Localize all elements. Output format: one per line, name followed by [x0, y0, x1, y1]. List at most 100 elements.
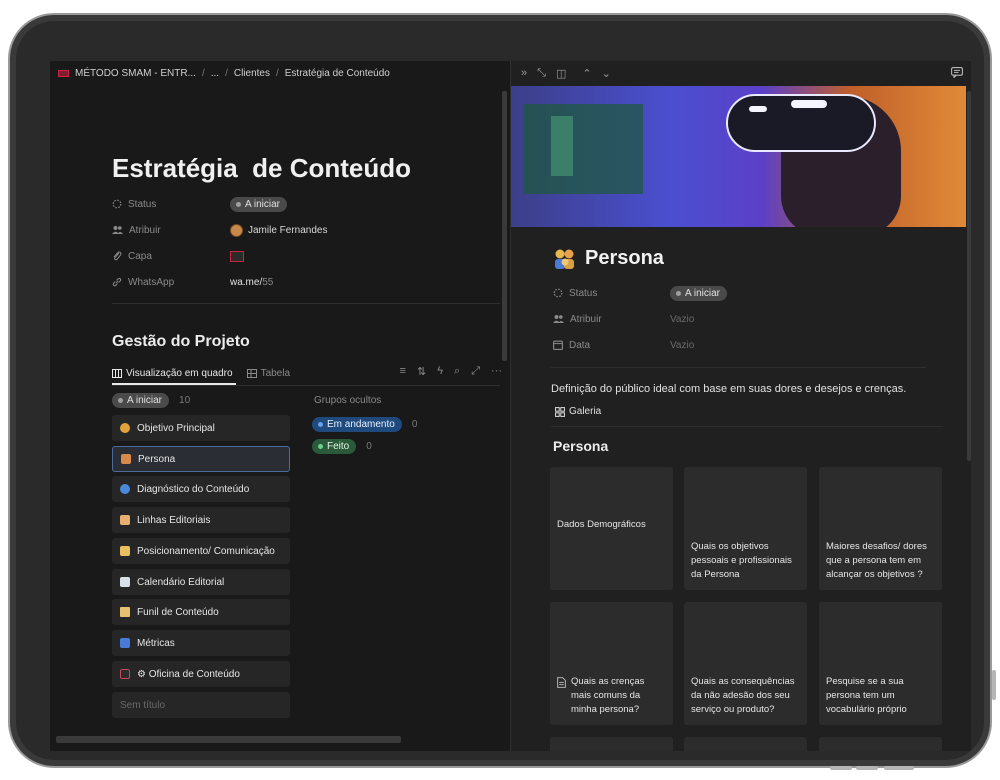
status-badge[interactable]: A iniciar	[670, 285, 728, 301]
divider	[112, 303, 500, 304]
gallery-card[interactable]: Maiores desafios/ dores que a persona te…	[819, 467, 942, 590]
vertical-scrollbar[interactable]	[502, 91, 507, 361]
tab-label: Visualização em quadro	[126, 367, 233, 379]
gallery-section-title[interactable]: Persona	[553, 438, 608, 454]
group-badge: Feito	[312, 439, 357, 454]
gallery-card[interactable]: Dados Demográficos	[550, 467, 673, 590]
board-card[interactable]: Funil de Conteúdo	[112, 599, 290, 625]
gallery-card[interactable]	[684, 737, 807, 751]
gallery-card[interactable]: Quais os objetivos pessoais e profission…	[684, 467, 807, 590]
chevron-down-icon[interactable]: ⌄	[602, 67, 611, 80]
card-title: Sem título	[120, 699, 166, 711]
property-label: WhatsApp	[112, 277, 230, 288]
property-label-text: Atribuir	[129, 224, 161, 236]
divider	[112, 385, 500, 386]
breadcrumb-parent[interactable]: Clientes	[234, 68, 270, 79]
property-data[interactable]: Data Vazio	[553, 336, 694, 354]
view-tabs: Visualização em quadro Tabela	[112, 363, 304, 383]
filter-icon[interactable]: ≡	[400, 365, 406, 378]
sort-icon[interactable]: ⇅	[417, 365, 426, 378]
board-icon	[112, 368, 122, 378]
card-title: Objetivo Principal	[137, 422, 215, 434]
expand-icon[interactable]: ⤡	[537, 67, 546, 80]
main-page-pane: MÉTODO SMAM - ENTR... / ... / Clientes /…	[50, 61, 510, 751]
cover-light-shape	[791, 100, 827, 108]
hidden-groups-label: Grupos ocultos	[314, 395, 382, 406]
lightning-icon[interactable]: ϟ	[437, 365, 443, 378]
breadcrumb-current[interactable]: Estratégia de Conteúdo	[285, 68, 390, 79]
hidden-group-em-andamento[interactable]: Em andamento 0	[312, 417, 417, 432]
tab-gallery-view[interactable]: Galeria	[555, 406, 601, 417]
page-cover-image[interactable]	[511, 86, 966, 227]
group-badge[interactable]: A iniciar	[112, 393, 170, 408]
board-card[interactable]: Persona	[112, 446, 290, 472]
tab-table-view[interactable]: Tabela	[246, 363, 290, 383]
assignee-name[interactable]: Jamile Fernandes	[248, 225, 327, 236]
property-status[interactable]: Status A iniciar	[112, 195, 288, 213]
cover-thumbnail[interactable]	[230, 250, 244, 262]
search-icon[interactable]: ⌕	[454, 365, 460, 378]
horizontal-scrollbar[interactable]	[56, 736, 401, 743]
expand-icon[interactable]: ⤢	[471, 365, 480, 378]
gallery-card[interactable]: Quais as crenças mais comuns da minha pe…	[550, 602, 673, 725]
heart-icon	[120, 423, 130, 433]
board-card[interactable]: Calendário Editorial	[112, 569, 290, 595]
property-value[interactable]: Vazio	[670, 340, 694, 351]
card-title: Funil de Conteúdo	[137, 606, 219, 618]
board-group-a-iniciar: A iniciar 10	[112, 393, 190, 408]
board-card-untitled[interactable]: Sem título	[112, 692, 290, 718]
more-icon[interactable]: ···	[491, 365, 502, 378]
close-peek-icon[interactable]: »	[521, 67, 527, 79]
divider	[551, 367, 926, 368]
property-capa[interactable]: Capa	[112, 247, 244, 265]
breadcrumb: MÉTODO SMAM - ENTR... / ... / Clientes /…	[50, 61, 510, 85]
page-title[interactable]: Estratégia de Conteúdo	[112, 153, 411, 184]
whatsapp-link[interactable]: wa.me/	[230, 277, 262, 288]
cover-background-shape	[551, 116, 573, 176]
board-card[interactable]: Objetivo Principal	[112, 415, 290, 441]
gallery-card-title: Maiores desafios/ dores que a persona te…	[826, 541, 927, 580]
property-label: Atribuir	[112, 225, 230, 236]
tab-board-view[interactable]: Visualização em quadro	[112, 363, 233, 383]
property-label-text: Status	[128, 198, 157, 210]
people-icon	[112, 226, 123, 234]
status-badge[interactable]: A iniciar	[230, 196, 288, 212]
board-card[interactable]: Linhas Editoriais	[112, 507, 290, 533]
status-badge-text: A iniciar	[685, 287, 721, 299]
property-label-text: WhatsApp	[128, 276, 175, 288]
workspace-logo-icon	[58, 69, 69, 77]
vertical-scrollbar[interactable]	[967, 91, 971, 461]
side-peek-icon[interactable]: ◫	[556, 67, 566, 80]
group-badge: Em andamento	[312, 417, 402, 432]
gallery-card[interactable]	[550, 737, 673, 751]
gallery-card[interactable]: Pesquise se a sua persona tem um vocabul…	[819, 602, 942, 725]
link-icon	[112, 277, 122, 287]
divider	[551, 426, 943, 427]
gallery-card[interactable]	[819, 737, 942, 751]
device-button	[830, 766, 852, 770]
property-value[interactable]: Vazio	[670, 314, 694, 325]
property-whatsapp[interactable]: WhatsApp wa.me/55	[112, 273, 273, 291]
property-value	[230, 250, 244, 262]
page-description[interactable]: Definição do público ideal com base em s…	[551, 383, 906, 395]
board-card[interactable]: Diagnóstico do Conteúdo	[112, 476, 290, 502]
board-card[interactable]: Posicionamento/ Comunicação	[112, 538, 290, 564]
group-badge-text: A iniciar	[127, 395, 163, 406]
peek-toolbar: » ⤡ ◫ ⌃ ⌄	[511, 61, 971, 85]
hidden-group-feito[interactable]: Feito 0	[312, 439, 372, 454]
screen: MÉTODO SMAM - ENTR... / ... / Clientes /…	[50, 61, 971, 751]
property-atribuir[interactable]: Atribuir Jamile Fernandes	[112, 221, 327, 239]
property-label-text: Capa	[128, 250, 152, 262]
project-section-title[interactable]: Gestão do Projeto	[112, 333, 250, 351]
breadcrumb-ellipsis[interactable]: ...	[211, 68, 219, 79]
property-atribuir[interactable]: Atribuir Vazio	[553, 310, 694, 328]
comment-icon[interactable]	[951, 67, 963, 78]
breadcrumb-workspace[interactable]: MÉTODO SMAM - ENTR...	[75, 68, 196, 79]
gallery-card[interactable]: Quais as consequências da não adesão dos…	[684, 602, 807, 725]
tab-label: Galeria	[569, 406, 602, 417]
chevron-up-icon[interactable]: ⌃	[582, 67, 591, 80]
board-card[interactable]: Métricas	[112, 630, 290, 656]
board-card[interactable]: ⚙ Oficina de Conteúdo	[112, 661, 290, 687]
property-status[interactable]: Status A iniciar	[553, 284, 728, 302]
peek-page-title[interactable]: Persona	[553, 247, 664, 270]
